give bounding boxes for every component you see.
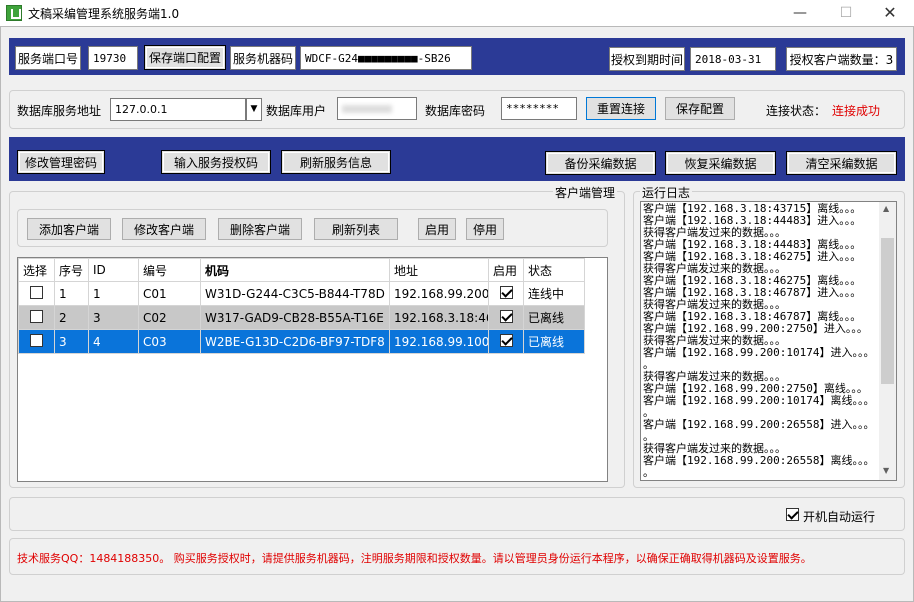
row-machine-code: W317-GAD9-CB28-B55A-T16E bbox=[200, 305, 390, 330]
row-enabled-checkbox[interactable] bbox=[499, 285, 513, 299]
machine-code-field[interactable]: WDCF-G24■■■■■■■■■-SB26 bbox=[300, 46, 472, 70]
table-header: 选择 序号 ID 编号 机码 地址 启用 状态 bbox=[18, 258, 585, 282]
row-select-checkbox[interactable] bbox=[30, 333, 43, 347]
window-title: 文稿采编管理系统服务端1.0 bbox=[28, 7, 180, 21]
db-server-select[interactable]: 127.0.0.1 bbox=[110, 98, 246, 121]
connection-status-label: 连接状态： bbox=[766, 104, 827, 118]
scroll-up-icon[interactable]: ▲ bbox=[883, 204, 889, 213]
row-address: 192.168.99.200:1 bbox=[389, 281, 489, 306]
client-table-container: 选择 序号 ID 编号 机码 地址 启用 状态 1 1 C01 W31D-G24… bbox=[17, 257, 608, 482]
row-seq: 3 bbox=[54, 329, 89, 354]
autostart-checkbox[interactable] bbox=[786, 508, 799, 524]
column-header[interactable]: 启用 bbox=[488, 258, 524, 282]
db-user-label: 数据库用户 bbox=[266, 104, 327, 118]
client-table: 选择 序号 ID 编号 机码 地址 启用 状态 1 1 C01 W31D-G24… bbox=[18, 258, 585, 354]
autostart-label: 开机自动运行 bbox=[803, 510, 876, 524]
table-row[interactable]: 2 3 C02 W317-GAD9-CB28-B55A-T16E 192.168… bbox=[18, 305, 585, 330]
machine-code-label: 服务机器码 bbox=[230, 46, 296, 70]
column-header[interactable]: 选择 bbox=[18, 258, 55, 282]
row-status: 已离线 bbox=[523, 305, 585, 330]
db-user-input[interactable] bbox=[337, 97, 417, 120]
restore-data-button[interactable]: 恢复采编数据 bbox=[665, 151, 776, 175]
title-bar: 文稿采编管理系统服务端1.0 — ☐ ✕ bbox=[0, 0, 914, 26]
expire-label: 授权到期时间 bbox=[609, 47, 685, 71]
column-header[interactable]: 机码 bbox=[200, 258, 390, 282]
close-icon[interactable]: ✕ bbox=[870, 2, 910, 24]
backup-data-button[interactable]: 备份采编数据 bbox=[545, 151, 656, 175]
row-seq: 1 bbox=[54, 281, 89, 306]
clear-data-button[interactable]: 清空采编数据 bbox=[786, 151, 897, 175]
row-id: 3 bbox=[88, 305, 139, 330]
row-code: C03 bbox=[138, 329, 201, 354]
column-header[interactable]: 编号 bbox=[138, 258, 201, 282]
scroll-thumb[interactable] bbox=[881, 238, 894, 384]
maximize-icon[interactable]: ☐ bbox=[826, 2, 866, 24]
db-password-input[interactable]: ******** bbox=[501, 97, 577, 120]
row-id: 1 bbox=[88, 281, 139, 306]
row-address: 192.168.99.100:1 bbox=[389, 329, 489, 354]
row-enabled-checkbox[interactable] bbox=[499, 309, 513, 323]
column-header[interactable]: 地址 bbox=[389, 258, 489, 282]
scroll-down-icon[interactable]: ▼ bbox=[883, 466, 889, 475]
row-machine-code: W2BE-G13D-C2D6-BF97-TDF8 bbox=[200, 329, 390, 354]
port-input[interactable]: 19730 bbox=[88, 46, 138, 70]
refresh-list-button[interactable]: 刷新列表 bbox=[314, 218, 398, 240]
disable-button[interactable]: 停用 bbox=[466, 218, 504, 240]
column-header[interactable]: 序号 bbox=[54, 258, 89, 282]
footer-notice: 技术服务QQ：1484188350。 购买服务授权时，请提供服务机器码，注明服务… bbox=[17, 552, 812, 565]
edit-client-button[interactable]: 修改客户端 bbox=[122, 218, 206, 240]
column-header[interactable]: ID bbox=[88, 258, 139, 282]
db-server-label: 数据库服务地址 bbox=[17, 104, 102, 118]
row-status: 已离线 bbox=[523, 329, 585, 354]
input-license-button[interactable]: 输入服务授权码 bbox=[161, 150, 271, 174]
client-management-title: 客户端管理 bbox=[553, 184, 618, 201]
expire-field: 2018-03-31 bbox=[690, 47, 776, 71]
delete-client-button[interactable]: 删除客户端 bbox=[218, 218, 302, 240]
save-config-button[interactable]: 保存配置 bbox=[665, 97, 735, 120]
log-scrollbar[interactable]: ▲ ▼ bbox=[879, 202, 896, 480]
enable-button[interactable]: 启用 bbox=[418, 218, 456, 240]
log-textbox[interactable]: 客户端【192.168.3.18:43715】离线。。。 客户端【192.168… bbox=[640, 201, 897, 481]
row-address: 192.168.3.18:467 bbox=[389, 305, 489, 330]
table-row[interactable]: 3 4 C03 W2BE-G13D-C2D6-BF97-TDF8 192.168… bbox=[18, 329, 585, 354]
row-enabled-checkbox[interactable] bbox=[499, 333, 513, 347]
log-text: 客户端【192.168.3.18:43715】离线。。。 客户端【192.168… bbox=[643, 203, 875, 479]
row-code: C01 bbox=[138, 281, 201, 306]
chevron-down-icon[interactable]: ▼ bbox=[246, 98, 262, 121]
connection-status-value: 连接成功 bbox=[832, 104, 881, 118]
autostart-groupbox bbox=[9, 497, 905, 531]
log-title: 运行日志 bbox=[640, 184, 693, 201]
row-machine-code: W31D-G244-C3C5-B844-T78D bbox=[200, 281, 390, 306]
minimize-icon[interactable]: — bbox=[780, 2, 820, 24]
row-id: 4 bbox=[88, 329, 139, 354]
table-row[interactable]: 1 1 C01 W31D-G244-C3C5-B844-T78D 192.168… bbox=[18, 281, 585, 306]
add-client-button[interactable]: 添加客户端 bbox=[27, 218, 111, 240]
db-password-label: 数据库密码 bbox=[425, 104, 486, 118]
reconnect-button[interactable]: 重置连接 bbox=[586, 97, 656, 120]
row-select-checkbox[interactable] bbox=[30, 285, 43, 299]
save-port-button[interactable]: 保存端口配置 bbox=[144, 45, 226, 70]
column-header[interactable]: 状态 bbox=[523, 258, 585, 282]
app-icon bbox=[6, 5, 22, 21]
row-seq: 2 bbox=[54, 305, 89, 330]
change-admin-password-button[interactable]: 修改管理密码 bbox=[17, 150, 105, 174]
row-code: C02 bbox=[138, 305, 201, 330]
refresh-service-button[interactable]: 刷新服务信息 bbox=[281, 150, 391, 174]
row-select-checkbox[interactable] bbox=[30, 309, 43, 323]
row-status: 连线中 bbox=[523, 281, 585, 306]
port-label: 服务端口号 bbox=[15, 46, 81, 70]
client-count-label: 授权客户端数量：3 bbox=[786, 47, 897, 71]
